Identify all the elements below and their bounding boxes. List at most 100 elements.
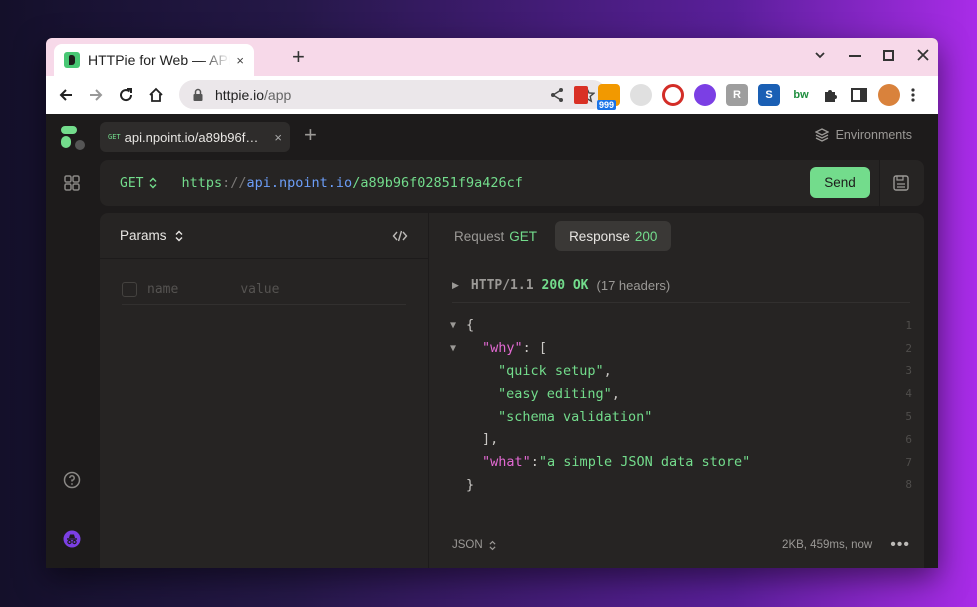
extensions-row: 999 R S bw [574,84,916,110]
send-button[interactable]: Send [810,167,870,198]
reload-icon[interactable] [116,85,136,105]
response-status-row[interactable]: ▶ HTTP/1.1 200 OK (17 headers) [452,269,910,303]
param-name-input[interactable]: name [147,282,178,297]
address-path: /app [264,86,292,103]
tab-response[interactable]: Response 200 [555,221,672,251]
collapse-icon[interactable]: ▼ [450,343,466,354]
json-key: "what" [482,454,531,471]
format-select[interactable]: JSON [452,539,496,551]
request-response-panels: Params name value Request GET Response 2… [100,213,924,568]
method-select[interactable]: GET [120,176,157,191]
minimize-icon[interactable] [849,55,861,57]
app-new-tab-button[interactable]: + [304,124,317,146]
tab-request-method: GET [509,228,538,244]
status-protocol: HTTP/1.1 [470,278,534,293]
collections-grid-icon[interactable] [63,174,81,192]
collapse-icon[interactable]: ▼ [450,320,466,331]
params-section-select[interactable]: Params [120,228,183,243]
forward-arrow-icon[interactable] [86,85,106,105]
lastpass-extension-icon[interactable] [662,84,684,106]
window-controls [813,48,930,62]
browser-tab-close-icon[interactable]: × [236,53,244,68]
method-label: GET [120,175,144,191]
rss-extension-icon[interactable]: 999 [597,84,620,110]
line-number: 8 [905,478,912,492]
address-host: httpie.io [215,86,265,103]
line-number: 7 [905,455,912,469]
json-line: ], 6 [482,431,912,448]
param-row: name value [122,275,406,305]
line-number: 3 [905,364,912,378]
line-number: 4 [905,387,912,401]
help-icon[interactable] [63,471,81,489]
params-header: Params [100,213,428,259]
httpie-app: GET api.npoint.io/a89b96f… × + Environme… [46,114,938,568]
app-sidebar [46,114,98,568]
browser-toolbar: httpie.io/app 999 R S bw [46,76,938,114]
request-tab-label: api.npoint.io/a89b96f… [124,129,259,145]
request-url-input[interactable]: https://api.npoint.io/a89b96f02851f9a426… [181,175,522,191]
layers-icon [814,128,829,142]
request-tab-close-icon[interactable]: × [274,130,282,145]
back-arrow-icon[interactable] [56,85,76,105]
param-value-input[interactable]: value [240,282,279,297]
json-string: "quick setup" [498,362,604,379]
incognito-account-icon[interactable] [63,530,81,548]
tab-request[interactable]: Request GET [446,221,545,251]
moon-extension-icon[interactable] [630,84,652,106]
tab-response-status: 200 [634,228,658,244]
browser-tab[interactable]: HTTPie for Web — API testing client × [54,44,254,76]
param-enable-checkbox[interactable] [122,282,137,297]
json-line: "schema validation" 5 [450,405,912,428]
request-tab[interactable]: GET api.npoint.io/a89b96f… × [100,122,290,152]
tab-response-label: Response [569,228,630,244]
httpie-favicon-icon [64,52,80,68]
environments-label: Environments [835,128,912,142]
httpie-logo-icon[interactable] [61,126,85,150]
line-number: 5 [905,410,912,424]
url-scheme: https [181,175,223,191]
more-options-icon[interactable]: ••• [890,536,910,554]
environments-button[interactable]: Environments [814,128,912,142]
tab-search-chevron-icon[interactable] [813,48,827,62]
circle-extension-icon[interactable] [694,84,716,106]
home-icon[interactable] [146,85,166,105]
json-key: "why" [482,340,523,357]
json-line: "what": "a simple JSON data store" 7 [482,454,912,471]
book-extension-icon[interactable] [574,86,588,104]
browser-tabstrip: HTTPie for Web — API testing client × + [46,38,938,76]
response-body: ▼ { 1 ▼ "why": [ 2 "quick setup", 3 "eas… [450,314,912,496]
params-title: Params [120,228,167,243]
tab-request-label: Request [454,228,505,244]
s-extension-icon[interactable]: S [758,84,780,106]
r-extension-icon[interactable]: R [726,84,748,106]
json-line: ▼ { 1 [450,317,912,334]
browser-new-tab-button[interactable]: + [292,46,305,68]
code-view-icon[interactable] [392,228,408,244]
window-close-icon[interactable] [916,48,930,62]
line-number: 1 [905,318,912,332]
status-code: 200 OK [541,278,589,293]
save-request-icon[interactable] [892,174,910,192]
bw-extension-icon[interactable]: bw [790,84,812,106]
maximize-icon[interactable] [883,49,894,61]
request-url-bar: GET https://api.npoint.io/a89b96f02851f9… [100,160,924,206]
extensions-puzzle-icon[interactable] [822,86,840,104]
json-line: "easy editing", 4 [498,385,912,402]
address-bar[interactable]: httpie.io/app [179,80,607,109]
url-host: api.npoint.io [246,175,353,191]
json-string: "easy editing" [498,385,612,402]
line-number: 6 [905,432,912,446]
format-sort-icon [489,540,496,550]
side-panel-icon[interactable] [850,86,868,104]
json-string: "a simple JSON data store" [538,454,751,471]
expand-headers-icon[interactable]: ▶ [452,280,459,291]
browser-menu-icon[interactable] [910,86,916,104]
profile-avatar[interactable] [878,84,900,106]
status-headers-count: (17 headers) [596,278,671,293]
share-icon[interactable] [549,87,565,103]
rss-badge: 999 [597,100,617,110]
lock-icon[interactable] [191,88,205,102]
json-line: ▼ "why": [ 2 [450,340,912,357]
response-meta: 2KB, 459ms, now [782,539,873,551]
